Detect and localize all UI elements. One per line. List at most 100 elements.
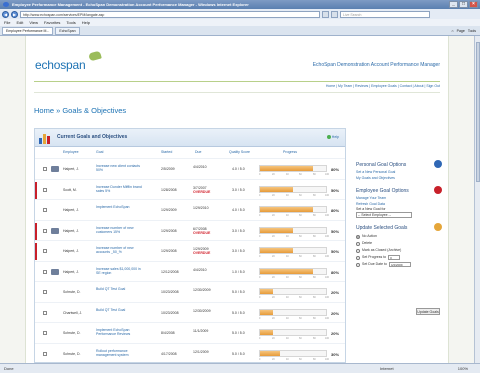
row-checkbox[interactable]: [43, 310, 47, 315]
table-header: Employee Goal Started Due Quality Score …: [35, 149, 345, 157]
zoom-level[interactable]: 100%: [458, 364, 468, 373]
row-checkbox[interactable]: [43, 167, 47, 171]
radio-no-action-label: No Action: [362, 234, 377, 238]
radio-archive[interactable]: Mark as Closed (Archive): [356, 247, 444, 254]
stop-icon[interactable]: [331, 10, 338, 18]
url-field[interactable]: http://www.echospan.com/services/EPM/lan…: [20, 10, 320, 18]
goal-link[interactable]: Build QT Test Goal: [96, 287, 144, 291]
goal-link[interactable]: Increase sales $1,000,000 in SE region: [96, 267, 144, 276]
table-row[interactable]: Halpert, J. Increase new client contacts …: [35, 158, 345, 179]
col-employee[interactable]: Employee: [63, 150, 79, 154]
page-menu[interactable]: Page: [457, 27, 465, 35]
goal-link[interactable]: Build QT Test Goal: [96, 308, 144, 312]
radio-no-action[interactable]: No Action: [356, 233, 444, 240]
progress-tick: 20: [272, 193, 275, 197]
radio-on-icon: [356, 234, 360, 239]
table-row[interactable]: Scott, M. Increase Dunder Mifflin brand s…: [35, 178, 345, 200]
goal-link[interactable]: Increase new client contacts 50%: [96, 164, 144, 173]
quality-score: 5.0 / 5.0: [232, 290, 245, 294]
minimize-icon[interactable]: _: [449, 1, 458, 8]
menu-edit[interactable]: Edit: [16, 19, 23, 26]
col-due[interactable]: Due: [195, 150, 201, 154]
help-link[interactable]: Help: [326, 135, 339, 140]
due-date-input[interactable]: 4/4/2009: [388, 262, 411, 267]
maximize-icon[interactable]: □: [459, 1, 468, 8]
progress-ticks: 0 20 40 60 80 100: [259, 234, 329, 238]
table-row[interactable]: Halpert, J. Increase number of new custom…: [35, 219, 345, 241]
row-checkbox[interactable]: [43, 331, 47, 335]
progress-tick: 0: [259, 337, 261, 340]
goal-link[interactable]: Rollout performance management system: [96, 349, 144, 358]
progress-tick: 80: [313, 357, 316, 361]
due-date: 1/29/2010: [193, 206, 209, 210]
vertical-scrollbar[interactable]: [474, 36, 480, 363]
progress-input[interactable]: 0: [388, 255, 401, 260]
goal-link[interactable]: Implement EchoSpan Performance Reviews: [96, 328, 144, 337]
progress-percent: 20%: [331, 290, 340, 295]
menu-tools[interactable]: Tools: [66, 19, 75, 26]
goal-link[interactable]: Implement EchoSpan: [96, 205, 144, 209]
table-row[interactable]: Schrute, D. Build QT Test Goal 10/23/2008 1…: [35, 281, 345, 302]
person-icon: [434, 160, 442, 168]
search-input[interactable]: Live Search: [340, 10, 430, 18]
table-row[interactable]: Schrute, D. Implement EchoSpan Performanc…: [35, 322, 345, 343]
radio-set-due-date[interactable]: Set Due Date to 4/4/2009: [356, 261, 444, 268]
overdue-flag: [35, 243, 37, 260]
home-icon[interactable]: ⌂: [452, 27, 454, 35]
row-checkbox[interactable]: [43, 228, 47, 233]
row-checkbox[interactable]: [43, 249, 47, 253]
quality-score: 5.0 / 5.0: [232, 351, 245, 356]
close-icon[interactable]: ×: [469, 1, 478, 8]
refresh-icon[interactable]: [322, 10, 329, 18]
my-goals-link[interactable]: My Goals and Objectives: [356, 176, 444, 182]
menu-view[interactable]: View: [29, 19, 38, 26]
progress-bar: [259, 226, 327, 234]
table-row[interactable]: Halpert, J. Implement EchoSpan 1/29/2009 1/…: [35, 199, 345, 220]
started-date: 1/29/2009: [161, 208, 177, 212]
overdue-badge: OVERDUE: [193, 230, 211, 235]
radio-set-progress[interactable]: Set Progress to 0: [356, 254, 444, 261]
row-checkbox[interactable]: [43, 269, 47, 274]
progress-tick: 20: [272, 234, 275, 238]
col-goal[interactable]: Goal: [96, 150, 103, 154]
scroll-thumb[interactable]: [476, 42, 480, 182]
tab-echospan[interactable]: EchoSpan: [55, 26, 80, 35]
employee-name: Halpert, J.: [63, 228, 79, 233]
progress-tick: 0: [259, 255, 261, 258]
menu-help[interactable]: Help: [82, 19, 90, 26]
radio-delete[interactable]: Delete: [356, 240, 444, 247]
progress-tick: 100: [325, 337, 329, 340]
tools-menu[interactable]: Tools: [468, 27, 476, 35]
row-checkbox[interactable]: [43, 187, 47, 192]
started-date: 12/12/2008: [161, 269, 179, 274]
progress-tick: 100: [325, 296, 329, 299]
progress-tick: 20: [272, 275, 275, 279]
table-row[interactable]: Halpert, J. Increase sales $1,000,000 in …: [35, 260, 345, 282]
col-started[interactable]: Started: [161, 150, 172, 154]
top-navigation[interactable]: Home | My Team | Reviews | Employee Goal…: [326, 84, 440, 88]
menu-file[interactable]: File: [4, 19, 10, 26]
progress-percent: 80%: [331, 208, 340, 213]
tab-employee-performance[interactable]: Employee Performance M...: [2, 26, 54, 35]
menu-favorites[interactable]: Favorites: [44, 19, 60, 26]
due-cell: 12/30/2009: [193, 288, 211, 292]
echospan-logo[interactable]: echospan: [35, 58, 86, 72]
progress-ticks: 0 20 40 60 80 100: [259, 193, 329, 197]
goal-link[interactable]: Increase number of new accounts _50_%: [96, 246, 144, 255]
goal-link[interactable]: Increase number of new customers 15%: [96, 226, 144, 235]
table-row[interactable]: Halpert, J. Increase number of new accoun…: [35, 240, 345, 261]
col-progress[interactable]: Progress: [283, 150, 297, 154]
employee-select[interactable]: -- Select Employee --: [356, 212, 412, 218]
table-row[interactable]: Chartwell, J. Build QT Test Goal 10/23/200…: [35, 301, 345, 323]
row-checkbox[interactable]: [43, 351, 47, 356]
row-checkbox[interactable]: [43, 290, 47, 294]
col-quality[interactable]: Quality Score: [229, 150, 250, 154]
row-checkbox[interactable]: [43, 208, 47, 212]
goal-link[interactable]: Increase Dunder Mifflin brand sales 5%: [96, 185, 144, 194]
table-row[interactable]: Schrute, D. Rollout performance managemen…: [35, 342, 345, 364]
progress-tick: 100: [325, 357, 329, 361]
forward-icon[interactable]: ▶: [11, 10, 18, 18]
back-icon[interactable]: ◀: [2, 10, 9, 18]
goals-chart-icon: [38, 131, 52, 144]
update-goals-button[interactable]: Update Goals: [416, 308, 440, 315]
